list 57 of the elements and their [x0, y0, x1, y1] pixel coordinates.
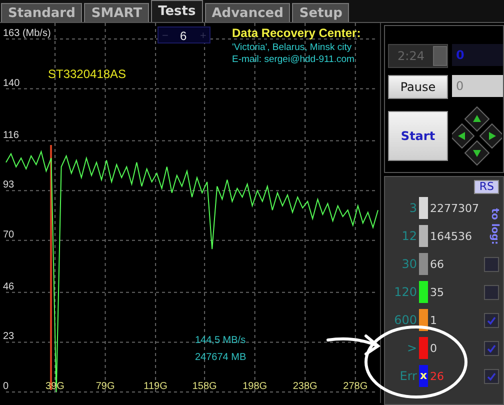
axis-label: 79G: [96, 381, 115, 392]
log-checkbox[interactable]: [484, 256, 499, 272]
axis-label: 46: [3, 281, 14, 292]
log-label: to log:: [489, 208, 500, 245]
threshold-label: Err: [398, 369, 417, 383]
threshold-label: >: [406, 341, 417, 355]
timer-field[interactable]: 2:24: [388, 44, 448, 68]
axis-label: 140: [3, 78, 20, 89]
transfer-rate: 144,5 MB/s: [195, 335, 246, 346]
check-icon: [487, 372, 496, 380]
log-checkbox[interactable]: [484, 312, 499, 328]
threshold-label: 12: [400, 229, 417, 243]
axis-label: 238G: [292, 381, 318, 392]
direction-pad-icon[interactable]: [452, 105, 502, 168]
block-count: 66: [430, 258, 444, 270]
axis-label: 70: [3, 229, 14, 240]
reset-button[interactable]: RS: [474, 180, 499, 194]
counter-value: 6: [180, 29, 187, 43]
block-count: 35: [430, 286, 444, 298]
axis-label: 0: [3, 381, 9, 392]
tab[interactable]: Advanced: [204, 3, 290, 22]
axis-label: 158G: [192, 381, 217, 392]
info-title: Data Recovery Center:: [232, 26, 361, 40]
input-field[interactable]: 0: [452, 74, 503, 97]
log-checkbox[interactable]: [484, 340, 499, 356]
tested-size: 247674 MB: [195, 352, 246, 363]
tab[interactable]: Setup: [292, 3, 350, 22]
threshold-label: 120: [393, 285, 417, 299]
threshold-label: 600: [393, 313, 417, 327]
axis-label: 163 (Mb/s): [3, 28, 51, 39]
axis-label: 278G: [343, 381, 368, 392]
axis-label: 116: [3, 130, 19, 141]
check-icon: [487, 316, 496, 324]
info-text: 'Victoria', Belarus, Minsk city: [232, 42, 352, 53]
log-checkbox[interactable]: [484, 368, 499, 384]
threshold-label: 30: [400, 257, 417, 271]
axis-label: 23: [3, 331, 14, 342]
hand-drawn-arrow: [326, 334, 380, 356]
tab[interactable]: Standard: [1, 3, 82, 22]
tab[interactable]: SMART: [84, 3, 150, 22]
axis-label: 119G: [144, 381, 168, 392]
drive-model: ST3320418AS: [48, 67, 126, 81]
block-count: 2277307: [430, 202, 479, 214]
start-button[interactable]: Start: [388, 111, 448, 162]
threshold-label: 3: [408, 201, 417, 215]
log-checkbox[interactable]: [484, 284, 499, 300]
pause-button[interactable]: Pause: [388, 74, 448, 99]
block-count: 26: [430, 370, 444, 382]
block-count: 164536: [430, 230, 472, 242]
info-text: E-mail: sergei@hdd-911.com: [232, 54, 354, 65]
tab[interactable]: Tests: [151, 0, 203, 22]
color-block: x: [419, 365, 428, 387]
axis-label: 198G: [242, 381, 268, 392]
check-icon: [487, 344, 496, 352]
axis-label: 93: [3, 180, 14, 191]
block-count: 1: [430, 314, 437, 326]
block-count: 0: [430, 342, 437, 354]
